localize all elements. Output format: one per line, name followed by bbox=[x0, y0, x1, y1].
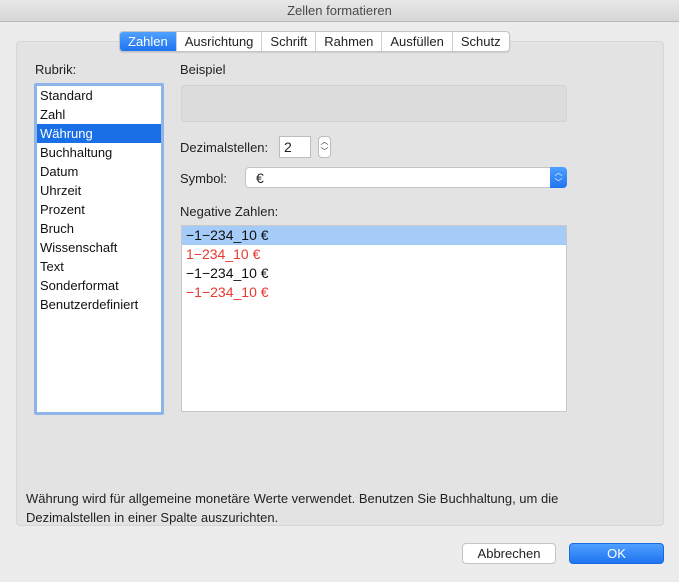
list-item[interactable]: Währung bbox=[37, 124, 161, 143]
negative-label: Negative Zahlen: bbox=[180, 204, 279, 219]
list-item[interactable]: Text bbox=[37, 257, 161, 276]
tab-zahlen[interactable]: Zahlen bbox=[120, 32, 177, 51]
list-item[interactable]: Prozent bbox=[37, 200, 161, 219]
dezimal-label: Dezimalstellen: bbox=[180, 140, 269, 155]
symbol-label: Symbol: bbox=[180, 171, 227, 186]
dezimal-input[interactable]: 2 bbox=[279, 136, 311, 158]
beispiel-label: Beispiel bbox=[180, 62, 226, 77]
list-item[interactable]: Standard bbox=[37, 86, 161, 105]
tab-schutz[interactable]: Schutz bbox=[453, 32, 509, 51]
beispiel-preview bbox=[181, 85, 567, 122]
list-item[interactable]: −1−234_10 € bbox=[182, 283, 566, 302]
rubrik-label: Rubrik: bbox=[35, 62, 77, 77]
description-text: Währung wird für allgemeine monetäre Wer… bbox=[26, 491, 559, 525]
tab-rahmen[interactable]: Rahmen bbox=[316, 32, 383, 51]
tab-ausfuellen[interactable]: Ausfüllen bbox=[382, 32, 453, 51]
chevron-up-icon[interactable]: ︿ bbox=[321, 137, 329, 146]
symbol-value: € bbox=[256, 170, 264, 186]
list-item[interactable]: Sonderformat bbox=[37, 276, 161, 295]
tab-schrift[interactable]: Schrift bbox=[262, 32, 317, 51]
dezimal-stepper[interactable]: ︿ ﹀ bbox=[318, 136, 331, 158]
list-item[interactable]: Benutzerdefiniert bbox=[37, 295, 161, 314]
symbol-select[interactable]: € ︿ ﹀ bbox=[245, 167, 567, 188]
tab-ausrichtung[interactable]: Ausrichtung bbox=[177, 32, 263, 51]
updown-chevron-icon: ︿ ﹀ bbox=[550, 167, 567, 188]
list-item[interactable]: Wissenschaft bbox=[37, 238, 161, 257]
ok-button[interactable]: OK bbox=[569, 543, 664, 564]
tab-bar: Zahlen Ausrichtung Schrift Rahmen Ausfül… bbox=[119, 31, 510, 52]
list-item[interactable]: Bruch bbox=[37, 219, 161, 238]
cancel-button[interactable]: Abbrechen bbox=[462, 543, 556, 564]
list-item[interactable]: Datum bbox=[37, 162, 161, 181]
list-item[interactable]: 1−234_10 € bbox=[182, 245, 566, 264]
list-item[interactable]: Uhrzeit bbox=[37, 181, 161, 200]
chevron-down-icon[interactable]: ﹀ bbox=[321, 147, 329, 156]
negative-list[interactable]: −1−234_10 € 1−234_10 € −1−234_10 € −1−23… bbox=[181, 225, 567, 412]
window-title: Zellen formatieren bbox=[0, 0, 679, 22]
list-item[interactable]: −1−234_10 € bbox=[182, 264, 566, 283]
rubrik-list[interactable]: Standard Zahl Währung Buchhaltung Datum … bbox=[34, 83, 164, 415]
list-item[interactable]: Zahl bbox=[37, 105, 161, 124]
list-item[interactable]: Buchhaltung bbox=[37, 143, 161, 162]
list-item[interactable]: −1−234_10 € bbox=[182, 226, 566, 245]
